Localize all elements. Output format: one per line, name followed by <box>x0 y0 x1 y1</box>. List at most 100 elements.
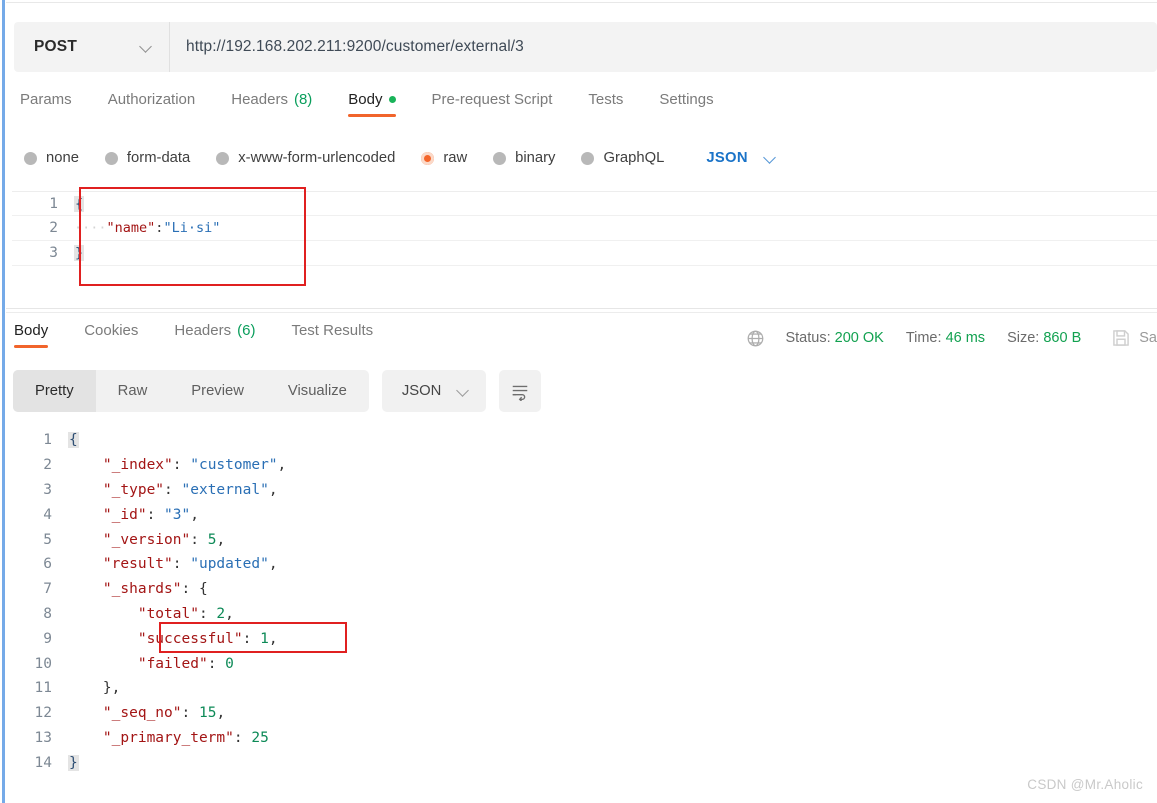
code-line[interactable]: 6 "result": "updated", <box>6 552 1157 577</box>
save-response-label[interactable]: Sa <box>1139 330 1157 346</box>
response-format-label: JSON <box>401 383 442 399</box>
line-number: 10 <box>34 655 52 672</box>
body-type-raw[interactable]: raw <box>421 150 467 166</box>
line-number: 9 <box>43 630 52 647</box>
json-key: "successful" <box>137 630 243 647</box>
body-type-binary-label: binary <box>515 150 556 166</box>
tab-params[interactable]: Params <box>20 91 72 117</box>
body-type-form-data-label: form-data <box>126 150 191 166</box>
response-tab-cookies[interactable]: Cookies <box>84 322 138 348</box>
save-icon[interactable] <box>1111 328 1131 348</box>
response-body-code[interactable]: 1 { 2 "_index": "customer", 3 "_type": "… <box>6 428 1157 775</box>
json-key: "_version" <box>102 531 191 548</box>
code-line[interactable]: 10 "failed": 0 <box>6 651 1157 676</box>
code-line[interactable]: 1 { <box>6 428 1157 453</box>
brace-open: { <box>68 432 79 449</box>
tab-headers[interactable]: Headers (8) <box>231 91 312 117</box>
line-content: "_shards": { <box>102 581 208 598</box>
body-type-urlencoded[interactable]: x-www-form-urlencoded <box>216 150 395 166</box>
json-value: 5 <box>207 531 217 548</box>
line-content: "_index": "customer", <box>102 457 287 474</box>
code-line[interactable]: 11 }, <box>6 676 1157 701</box>
http-method-selector[interactable]: POST <box>14 22 170 72</box>
body-type-none[interactable]: none <box>24 150 79 166</box>
size-meta: Size: 860 B <box>1007 330 1081 346</box>
pane-divider <box>6 308 1157 309</box>
response-meta-bar: Status: 200 OK Time: 46 ms Size: 860 B S… <box>746 324 1157 352</box>
json-value: "3" <box>164 506 191 523</box>
brace-close: } <box>74 245 85 261</box>
view-mode-preview[interactable]: Preview <box>169 370 266 412</box>
tab-pre-request-script[interactable]: Pre-request Script <box>432 91 553 117</box>
json-value: 1 <box>260 630 269 647</box>
view-mode-raw[interactable]: Raw <box>96 370 170 412</box>
chevron-down-icon[interactable] <box>457 385 470 398</box>
radio-icon[interactable] <box>493 151 507 165</box>
response-tab-test-results[interactable]: Test Results <box>291 322 373 348</box>
editor-line[interactable]: 2 ····"name":"Li·si" <box>12 216 1157 241</box>
response-format-selector[interactable]: JSON <box>381 370 487 412</box>
chevron-down-icon[interactable] <box>764 152 777 165</box>
line-content: "_primary_term": 25 <box>102 729 269 746</box>
radio-icon[interactable] <box>104 151 118 165</box>
radio-icon[interactable] <box>24 151 37 165</box>
tab-body[interactable]: Body <box>348 91 396 117</box>
response-view-mode-group: Pretty Raw Preview Visualize <box>13 370 369 412</box>
view-mode-pretty[interactable]: Pretty <box>13 370 96 412</box>
code-line[interactable]: 3 "_type": "external", <box>6 478 1157 503</box>
code-line[interactable]: 14 } <box>6 750 1157 775</box>
tab-tests[interactable]: Tests <box>588 91 623 117</box>
body-type-none-label: none <box>46 150 79 166</box>
body-type-graphql-label: GraphQL <box>603 150 665 166</box>
editor-line[interactable]: 3 } <box>12 241 1157 266</box>
radio-icon-selected[interactable] <box>421 151 435 165</box>
code-line[interactable]: 12 "_seq_no": 15, <box>6 701 1157 726</box>
raw-format-selector[interactable]: JSON <box>706 150 777 166</box>
response-tab-headers[interactable]: Headers (6) <box>174 322 255 348</box>
line-content: } <box>68 754 79 771</box>
line-number: 6 <box>43 556 52 573</box>
code-line-highlighted[interactable]: 9 "successful": 1, <box>6 626 1157 651</box>
code-line[interactable]: 2 "_index": "customer", <box>6 453 1157 478</box>
view-mode-visualize-label: Visualize <box>287 383 347 399</box>
size-label: Size: <box>1007 330 1040 346</box>
code-line[interactable]: 7 "_shards": { <box>6 577 1157 602</box>
code-line[interactable]: 5 "_version": 5, <box>6 527 1157 552</box>
time-value: 46 ms <box>945 330 986 346</box>
code-line[interactable]: 13 "_primary_term": 25 <box>6 726 1157 751</box>
editor-line[interactable]: 1 { <box>12 191 1157 216</box>
tab-authorization[interactable]: Authorization <box>108 91 196 117</box>
brace-close: } <box>68 754 79 771</box>
line-content: "total": 2, <box>137 605 234 622</box>
line-content: "_id": "3", <box>102 506 199 523</box>
radio-icon[interactable] <box>216 151 230 165</box>
body-type-form-data[interactable]: form-data <box>104 150 191 166</box>
response-tab-body[interactable]: Body <box>14 322 49 348</box>
chevron-down-icon[interactable] <box>140 41 153 54</box>
code-line[interactable]: 8 "total": 2, <box>6 602 1157 627</box>
indent-dots: ···· <box>74 220 107 236</box>
radio-icon[interactable] <box>581 151 595 165</box>
json-key: "name" <box>106 220 156 236</box>
view-mode-visualize[interactable]: Visualize <box>266 370 369 412</box>
word-wrap-toggle[interactable] <box>499 370 542 412</box>
line-content: "_type": "external", <box>102 481 278 498</box>
response-tab-test-results-label: Test Results <box>291 322 374 339</box>
body-type-graphql[interactable]: GraphQL <box>581 150 664 166</box>
view-mode-preview-label: Preview <box>191 383 244 399</box>
json-value: 25 <box>251 729 269 746</box>
request-body-editor[interactable]: 1 { 2 ····"name":"Li·si" 3 } <box>12 191 1157 301</box>
tab-settings-label: Settings <box>659 91 714 108</box>
body-type-binary[interactable]: binary <box>493 150 555 166</box>
tab-settings[interactable]: Settings <box>659 91 713 117</box>
brace-close: } <box>102 680 112 697</box>
json-value: "updated" <box>190 556 269 573</box>
line-number: 1 <box>49 195 58 212</box>
json-key: "failed" <box>137 655 208 672</box>
url-input[interactable]: http://192.168.202.211:9200/customer/ext… <box>170 22 1157 72</box>
line-number: 2 <box>49 220 58 236</box>
json-key: "_seq_no" <box>102 705 182 722</box>
body-type-raw-label: raw <box>443 150 468 166</box>
code-line[interactable]: 4 "_id": "3", <box>6 502 1157 527</box>
brace-open: { <box>74 195 85 212</box>
